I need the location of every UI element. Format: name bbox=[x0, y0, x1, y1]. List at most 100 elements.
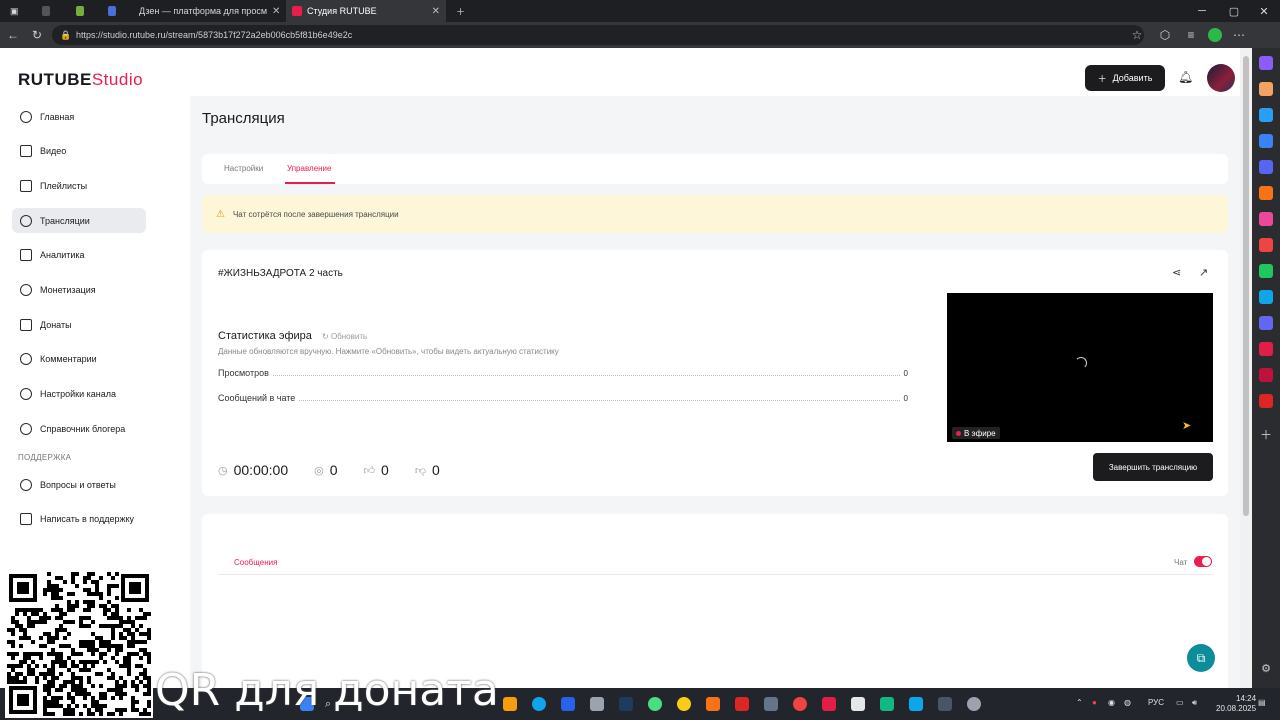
volume-icon[interactable]: 🔊︎ bbox=[1192, 698, 1197, 708]
notifications-bell-icon[interactable]: 🔔︎ bbox=[1178, 70, 1194, 86]
network-icon[interactable]: ▭ bbox=[1176, 698, 1184, 707]
tab-management[interactable]: Управление bbox=[287, 164, 331, 173]
tray-chevron-icon[interactable]: ⌃ bbox=[1076, 698, 1083, 707]
end-broadcast-button[interactable]: Завершить трансляцию bbox=[1093, 453, 1213, 481]
notice-text: Чат сотрётся после завершения трансляции bbox=[232, 209, 399, 219]
chat-toggle[interactable] bbox=[1194, 556, 1212, 567]
sidebar-app-icon[interactable] bbox=[1259, 368, 1273, 382]
sidebar-item-blogger-guide[interactable]: Справочник блогера bbox=[12, 416, 146, 441]
close-icon[interactable]: ✕ bbox=[272, 6, 280, 17]
taskbar-app-icon[interactable] bbox=[938, 697, 952, 711]
sidebar-item-video[interactable]: Видео bbox=[12, 139, 146, 164]
discord-icon[interactable] bbox=[1259, 160, 1273, 174]
sidebar-item-home[interactable]: Главная bbox=[12, 104, 146, 129]
tray-app-icon[interactable]: ◉ bbox=[1108, 698, 1115, 707]
vscode-icon[interactable] bbox=[561, 697, 575, 711]
video-icon bbox=[20, 145, 32, 158]
sidebar-app-icon[interactable] bbox=[1259, 212, 1273, 226]
sidebar-app-icon[interactable] bbox=[1259, 316, 1273, 330]
pinned-tab-2[interactable] bbox=[70, 0, 90, 22]
close-icon[interactable]: ✕ bbox=[432, 6, 440, 17]
sidebar-item-channel-settings[interactable]: Настройки канала bbox=[12, 382, 146, 407]
sidebar-app-icon[interactable] bbox=[1259, 82, 1273, 96]
profile-icon[interactable] bbox=[1206, 26, 1224, 44]
store-icon[interactable] bbox=[590, 697, 604, 711]
qr-caption: QR для доната bbox=[155, 665, 499, 716]
settings-gear-icon[interactable] bbox=[967, 697, 981, 711]
sidebar-item-playlists[interactable]: Плейлисты bbox=[12, 173, 146, 198]
camera-icon[interactable] bbox=[764, 697, 778, 711]
yandex-icon[interactable] bbox=[677, 697, 691, 711]
language-indicator[interactable]: РУС bbox=[1148, 698, 1164, 707]
tab-dzen-label: Дзен — платформа для просм bbox=[139, 6, 268, 16]
sidebar-item-monetization[interactable]: Монетизация bbox=[12, 277, 146, 302]
external-link-icon[interactable]: ↗ bbox=[1199, 266, 1208, 279]
sidebar-app-icon[interactable] bbox=[1259, 238, 1273, 252]
maximize-icon[interactable]: ▢ bbox=[1218, 0, 1250, 22]
tab-messages[interactable]: Сообщения bbox=[234, 558, 277, 567]
tray-app-icon[interactable]: ● bbox=[1092, 698, 1097, 707]
opera-icon[interactable] bbox=[793, 697, 807, 711]
sidebar-app-icon[interactable] bbox=[1259, 290, 1273, 304]
notifications-icon[interactable]: ▤ bbox=[1258, 698, 1266, 707]
pinned-tab-3[interactable] bbox=[102, 0, 122, 22]
tab-settings[interactable]: Настройки bbox=[224, 164, 263, 173]
sidebar-item-broadcasts[interactable]: Трансляции bbox=[12, 208, 146, 234]
stat-row-views: Просмотров 0 bbox=[218, 368, 908, 378]
analytics-icon bbox=[20, 249, 32, 262]
chrome-icon[interactable] bbox=[648, 697, 662, 711]
avatar[interactable] bbox=[1207, 64, 1235, 92]
sidebar-app-icon[interactable] bbox=[1259, 108, 1273, 122]
help-chat-button[interactable]: ⧉ bbox=[1187, 644, 1215, 672]
add-button[interactable]: ＋ Добавить bbox=[1085, 65, 1165, 91]
taskbar-app-icon[interactable] bbox=[909, 697, 923, 711]
rutube-studio-logo[interactable]: RUTUBEStudio bbox=[18, 70, 143, 90]
stream-preview-player[interactable]: В эфире ➤ bbox=[947, 293, 1213, 442]
viewers-metric: ◎ 0 bbox=[314, 462, 338, 478]
sidebar-item-comments[interactable]: Комментарии bbox=[12, 347, 146, 372]
reload-icon[interactable]: ↻ bbox=[28, 26, 46, 44]
clock[interactable]: 14:24 20.08.2025 bbox=[1216, 694, 1256, 714]
youtube-icon[interactable] bbox=[735, 697, 749, 711]
window-close-icon[interactable]: ✕ bbox=[1248, 0, 1280, 22]
notepad-icon[interactable] bbox=[851, 697, 865, 711]
sidebar-app-icon[interactable] bbox=[1259, 56, 1273, 70]
new-tab-button[interactable]: ＋ bbox=[450, 0, 468, 22]
edge-browser-icon[interactable] bbox=[532, 697, 546, 711]
file-explorer-icon[interactable] bbox=[503, 697, 517, 711]
back-icon[interactable]: ← bbox=[4, 26, 22, 44]
page-scrollbar[interactable] bbox=[1240, 48, 1252, 688]
sidebar-item-analytics[interactable]: Аналитика bbox=[12, 243, 146, 268]
browser-tab-bar: ▣ Дзен — платформа для просм ✕ Студия RU… bbox=[0, 0, 1280, 22]
refresh-button[interactable]: ↻ Обновить bbox=[322, 332, 367, 341]
bookmark-star-icon[interactable]: ☆ bbox=[1128, 26, 1146, 44]
tab-rutube-studio[interactable]: Студия RUTUBE ✕ bbox=[286, 0, 446, 22]
favorites-icon[interactable]: ≡ bbox=[1182, 26, 1200, 44]
pinned-tab-1[interactable] bbox=[36, 0, 56, 22]
sidebar-app-icon[interactable] bbox=[1259, 186, 1273, 200]
minimize-icon[interactable]: ─ bbox=[1186, 0, 1218, 22]
taskbar-app-icon[interactable] bbox=[880, 697, 894, 711]
sidebar-app-icon[interactable] bbox=[1259, 264, 1273, 278]
sidebar-item-faq[interactable]: Вопросы и ответы bbox=[12, 472, 146, 497]
sidebar-app-icon[interactable] bbox=[1259, 394, 1273, 408]
tab-actions-icon[interactable]: ▣ bbox=[4, 0, 22, 22]
sidebar-app-icon[interactable] bbox=[1259, 134, 1273, 148]
url-field[interactable]: 🔒 https://studio.rutube.ru/stream/5873b1… bbox=[52, 25, 1144, 45]
sidebar-app-icon[interactable] bbox=[1259, 342, 1273, 356]
share-icon[interactable]: ⋖ bbox=[1172, 266, 1181, 279]
mouse-cursor-icon: ➤ bbox=[1182, 420, 1192, 432]
taskbar-app-icon[interactable] bbox=[822, 697, 836, 711]
extensions-icon[interactable]: ⬡ bbox=[1156, 26, 1174, 44]
steam-icon[interactable] bbox=[619, 697, 633, 711]
taskbar-app-icon[interactable] bbox=[706, 697, 720, 711]
sidebar-item-donations[interactable]: Донаты bbox=[12, 312, 146, 337]
sidebar-settings-icon[interactable]: ⚙ bbox=[1259, 662, 1273, 676]
thumbs-up-icon: 👍︎ bbox=[363, 464, 376, 477]
support-heading: ПОДДЕРЖКА bbox=[18, 453, 72, 463]
tab-dzen[interactable]: Дзен — платформа для просм ✕ bbox=[128, 0, 284, 22]
sidebar-item-contact-support[interactable]: Написать в поддержку bbox=[12, 507, 146, 532]
more-menu-icon[interactable]: ⋯ bbox=[1230, 26, 1248, 44]
tray-app-icon[interactable]: ◍ bbox=[1124, 698, 1131, 707]
add-sidebar-app-icon[interactable]: ＋ bbox=[1259, 428, 1273, 442]
